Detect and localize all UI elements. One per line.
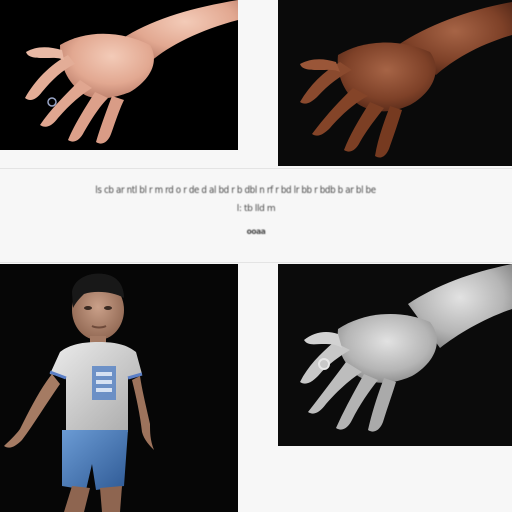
panel-boy-figure bbox=[0, 264, 238, 512]
boy-figure-image bbox=[0, 264, 238, 512]
divider-bottom bbox=[0, 262, 512, 263]
hand-gray-image bbox=[278, 264, 512, 446]
figure-page: ls cb ar ntl bl r m rd o r de d al bd r … bbox=[0, 0, 512, 512]
figure-caption: ls cb ar ntl bl r m rd o r de d al bd r … bbox=[0, 170, 512, 250]
panel-hand-dark bbox=[278, 0, 512, 166]
panel-hand-light bbox=[0, 0, 238, 150]
caption-line-1: ls cb ar ntl bl r m rd o r de d al bd r … bbox=[95, 185, 376, 196]
hand-light-image bbox=[0, 0, 238, 150]
caption-line-3: ooaa bbox=[246, 227, 266, 236]
panel-hand-gray bbox=[278, 264, 512, 446]
caption-line-2: l: tb lld m bbox=[236, 204, 276, 214]
hand-dark-image bbox=[278, 0, 512, 166]
divider-top bbox=[0, 168, 512, 169]
